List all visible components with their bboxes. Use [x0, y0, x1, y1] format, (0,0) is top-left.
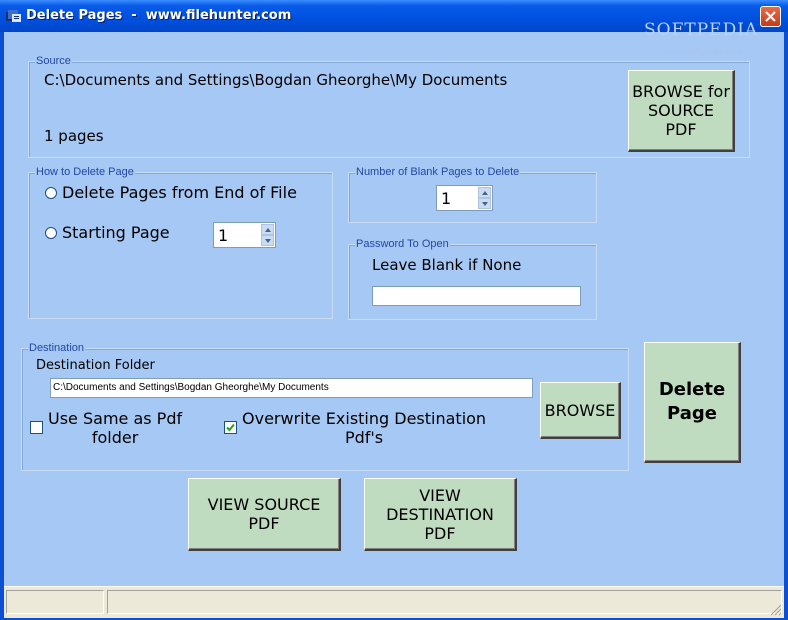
password-legend: Password To Open [355, 238, 450, 251]
overwrite-label: Overwrite Existing Destination Pdf's [242, 409, 486, 447]
view-source-button[interactable]: VIEW SOURCE PDF [188, 478, 341, 551]
browse-destination-label: BROWSE [544, 400, 616, 420]
browse-source-label-1: BROWSE for [632, 82, 730, 101]
destination-folder-label: Destination Folder [36, 358, 155, 373]
delete-from-end-label: Delete Pages from End of File [62, 183, 297, 202]
delete-page-label-1: Delete [658, 379, 726, 400]
app-icon [6, 10, 21, 22]
overwrite-label-1: Overwrite Existing Destination [242, 409, 487, 428]
view-destination-label-1: VIEW [419, 485, 461, 505]
overwrite-label-2: Pdf's [344, 428, 384, 447]
watermark-text: SOFTPEDIA [644, 20, 759, 40]
overwrite-checkbox[interactable] [224, 421, 237, 434]
starting-page-radio[interactable] [45, 227, 57, 239]
password-hint: Leave Blank if None [372, 256, 522, 274]
browse-source-button[interactable]: BROWSE for SOURCE PDF [628, 70, 735, 152]
same-as-pdf-checkbox[interactable] [30, 421, 43, 434]
status-panel-1 [6, 590, 104, 614]
same-as-pdf-label-2: folder [91, 428, 139, 447]
delete-page-button[interactable]: Delete Page [644, 342, 741, 463]
blank-pages-value: 1 [441, 189, 452, 208]
close-icon [765, 11, 776, 22]
app-window: Delete Pages - www.filehunter.com Source… [0, 0, 788, 620]
arrow-up-icon [481, 190, 488, 195]
blank-pages-down-button[interactable] [478, 198, 491, 209]
same-as-pdf-label-1: Use Same as Pdf [48, 409, 183, 428]
arrow-up-icon [264, 227, 271, 232]
arrow-down-icon [481, 201, 488, 206]
arrow-down-icon [264, 238, 271, 243]
starting-page-up-button[interactable] [261, 224, 274, 235]
starting-page-stepper[interactable]: 1 [213, 222, 276, 248]
status-panel-2 [107, 590, 782, 614]
destination-folder-input[interactable]: C:\Documents and Settings\Bogdan Gheorgh… [50, 378, 533, 398]
starting-page-down-button[interactable] [261, 235, 274, 246]
view-source-label-1: VIEW SOURCE [207, 495, 321, 514]
source-legend: Source [35, 55, 72, 68]
view-destination-label-2: DESTINATION [386, 504, 494, 524]
client-area: Source C:\Documents and Settings\Bogdan … [4, 32, 784, 618]
source-page-count: 1 pages [44, 127, 104, 145]
delete-page-label-2: Page [667, 403, 717, 424]
starting-page-label: Starting Page [62, 223, 170, 242]
resize-grip-icon[interactable] [770, 604, 782, 616]
same-as-pdf-label: Use Same as Pdf folder [48, 409, 182, 447]
watermark-url: www.softpedia.com [665, 47, 743, 57]
starting-page-value: 1 [218, 226, 229, 245]
close-button[interactable] [760, 6, 781, 27]
view-destination-button[interactable]: VIEW DESTINATION PDF [364, 478, 517, 551]
blank-pages-up-button[interactable] [478, 187, 491, 198]
blank-pages-stepper[interactable]: 1 [436, 185, 493, 211]
window-title: Delete Pages - www.filehunter.com [26, 8, 292, 23]
browse-source-label-3: PDF [665, 120, 697, 139]
status-bar [4, 586, 784, 618]
browse-source-label-2: SOURCE [647, 101, 715, 120]
window-frame-right [784, 32, 788, 620]
destination-legend: Destination [28, 342, 86, 355]
password-input[interactable] [372, 286, 581, 306]
source-path: C:\Documents and Settings\Bogdan Gheorgh… [44, 71, 508, 89]
view-destination-label-3: PDF [424, 523, 456, 543]
view-source-label-2: PDF [248, 514, 280, 533]
blank-pages-legend: Number of Blank Pages to Delete [355, 166, 521, 179]
how-to-delete-legend: How to Delete Page [35, 166, 135, 179]
delete-from-end-radio[interactable] [45, 187, 57, 199]
checkmark-icon [226, 423, 235, 432]
browse-destination-button[interactable]: BROWSE [540, 382, 621, 439]
